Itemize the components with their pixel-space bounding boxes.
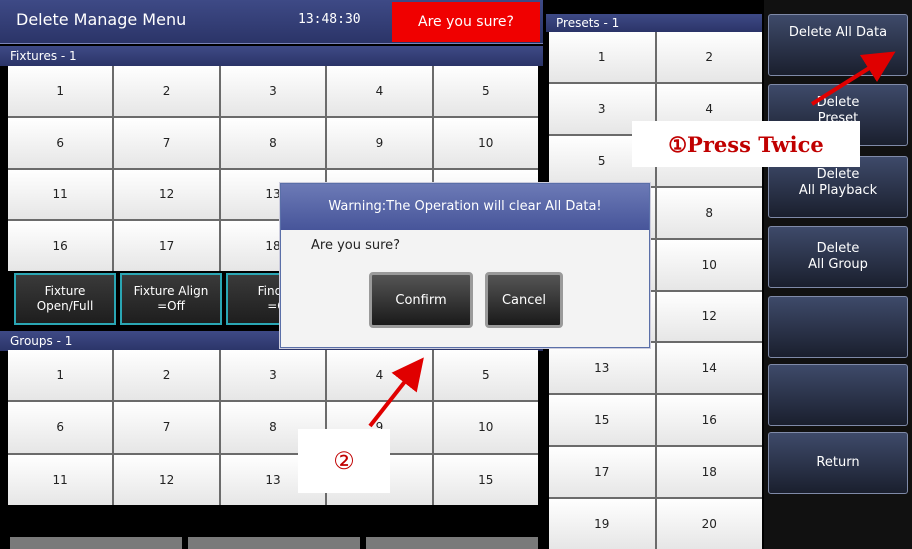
annotation-arrows: [368, 51, 896, 428]
arrow-to-confirm: [368, 357, 424, 428]
arrow-to-delete-all-data: [810, 51, 896, 106]
